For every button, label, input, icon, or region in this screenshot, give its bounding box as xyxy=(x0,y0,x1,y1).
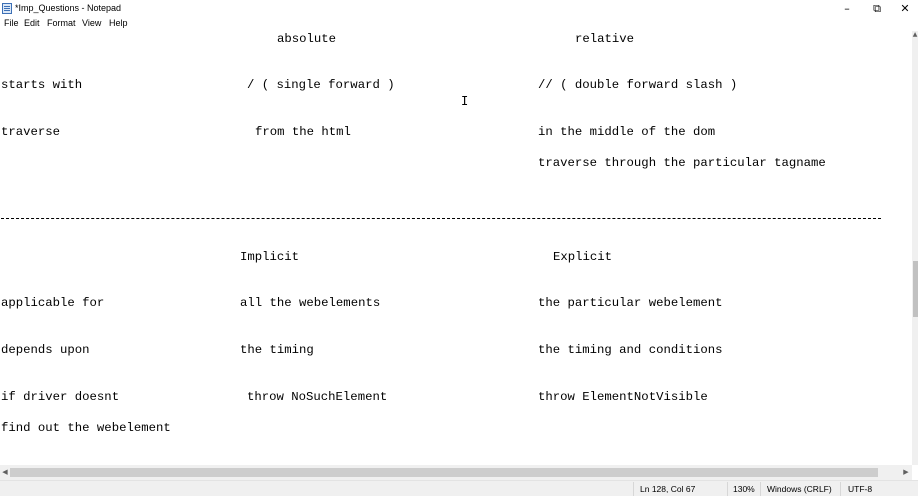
text-line: applicable for xyxy=(1,296,105,310)
status-divider xyxy=(840,482,841,496)
text-line: find out the webelement xyxy=(1,421,171,435)
text-line: starts with xyxy=(1,78,83,92)
notepad-icon xyxy=(2,3,12,14)
text-line: Explicit xyxy=(553,250,613,264)
scroll-up-icon[interactable]: ▲ xyxy=(912,31,918,39)
line-ending: Windows (CRLF) xyxy=(767,484,832,494)
horizontal-scroll-thumb[interactable] xyxy=(10,468,878,477)
horizontal-scrollbar[interactable]: ◀ ▶ xyxy=(0,465,912,480)
menu-view[interactable]: View xyxy=(82,18,101,28)
text-line: // ( double forward slash ) xyxy=(538,78,738,92)
menu-help[interactable]: Help xyxy=(109,18,128,28)
restore-icon: ⧉ xyxy=(873,2,881,15)
close-icon: ✕ xyxy=(900,2,910,15)
text-line: all the webelements xyxy=(240,296,381,310)
text-line: traverse xyxy=(1,125,61,139)
text-line: from the html xyxy=(255,125,351,139)
text-line: / ( single forward ) xyxy=(247,78,395,92)
status-divider xyxy=(727,482,728,496)
cursor-position: Ln 128, Col 67 xyxy=(640,484,696,494)
text-line: absolute xyxy=(277,32,337,46)
title-bar: *Imp_Questions - Notepad – ⧉ ✕ xyxy=(0,0,918,17)
encoding: UTF-8 xyxy=(848,484,873,494)
vertical-scroll-thumb[interactable] xyxy=(913,261,918,317)
text-line: the particular webelement xyxy=(538,296,723,310)
menu-edit[interactable]: Edit xyxy=(24,18,40,28)
window-title: *Imp_Questions - Notepad xyxy=(15,3,122,13)
status-divider xyxy=(760,482,761,496)
text-line: in the middle of the dom xyxy=(538,125,716,139)
menu-bar: File Edit Format View Help xyxy=(0,17,918,31)
minimize-icon: – xyxy=(844,2,850,15)
scroll-right-icon[interactable]: ▶ xyxy=(902,467,910,478)
scroll-left-icon[interactable]: ◀ xyxy=(1,467,9,478)
text-line: Implicit xyxy=(240,250,300,264)
text-line: traverse through the particular tagname xyxy=(538,156,826,170)
zoom-level: 130% xyxy=(733,484,755,494)
close-button[interactable]: ✕ xyxy=(890,0,918,17)
text-line: depends upon xyxy=(1,343,90,357)
text-line: the timing and conditions xyxy=(538,343,723,357)
text-line: relative xyxy=(575,32,635,46)
text-line: throw ElementNotVisible xyxy=(538,390,708,404)
separator-line xyxy=(1,218,881,219)
text-line: throw NoSuchElement xyxy=(247,390,388,404)
status-divider xyxy=(633,482,634,496)
text-line: the timing xyxy=(240,343,314,357)
status-bar: Ln 128, Col 67 130% Windows (CRLF) UTF-8 xyxy=(0,480,918,496)
text-line: if driver doesnt xyxy=(1,390,120,404)
menu-file[interactable]: File xyxy=(4,18,19,28)
i-beam-cursor-icon: I xyxy=(461,94,469,108)
text-editor[interactable]: absolute relative starts with / ( single… xyxy=(0,31,912,465)
maximize-button[interactable]: ⧉ xyxy=(862,0,892,17)
menu-format[interactable]: Format xyxy=(47,18,76,28)
minimize-button[interactable]: – xyxy=(832,0,862,17)
vertical-scrollbar[interactable]: ▲ xyxy=(912,31,918,465)
